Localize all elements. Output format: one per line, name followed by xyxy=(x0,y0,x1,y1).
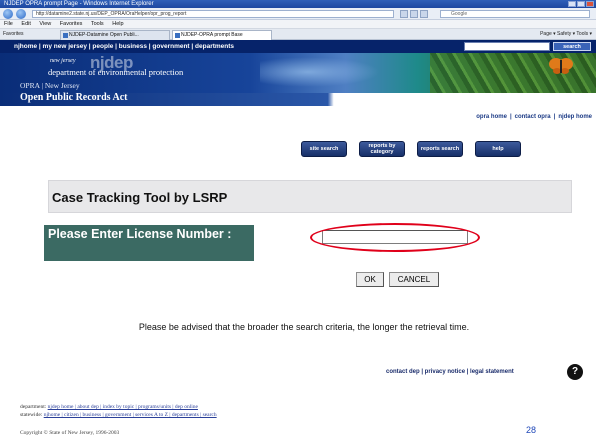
highlight-oval xyxy=(310,223,480,252)
dept-links-row[interactable]: njdep home | about dep | index by topic … xyxy=(48,404,198,410)
nj-search-input[interactable] xyxy=(464,42,550,51)
license-label: Please Enter License Number : xyxy=(48,227,232,241)
menu-help[interactable]: Help xyxy=(112,21,123,27)
command-bar[interactable]: Page ▾ Safety ▾ Tools ▾ xyxy=(540,31,592,38)
refresh-icon[interactable] xyxy=(400,10,408,18)
banner-water-image xyxy=(260,57,380,87)
window-title: NJDEP OPRA prompt Page - Windows Interne… xyxy=(4,1,154,7)
nav-buttons: site search reports by category reports … xyxy=(301,141,533,157)
tab-page-icon xyxy=(175,33,180,38)
ok-button[interactable]: OK xyxy=(356,272,384,287)
separator: | xyxy=(509,114,512,120)
menu-tools[interactable]: Tools xyxy=(91,21,104,27)
copyright: Copyright © State of New Jersey, 1996-20… xyxy=(20,430,120,436)
window-controls xyxy=(568,1,594,7)
browser-title-bar: NJDEP OPRA prompt Page - Windows Interne… xyxy=(0,0,596,8)
menu-edit[interactable]: Edit xyxy=(21,21,30,27)
menu-view[interactable]: View xyxy=(39,21,51,27)
address-icons xyxy=(400,10,428,18)
reports-by-category-button[interactable]: reports by category xyxy=(359,141,405,157)
minimize-icon[interactable] xyxy=(568,1,576,7)
opra-nj-label: OPRA | New Jersey xyxy=(20,81,80,90)
tab-page-icon xyxy=(63,33,68,38)
advisory-text: Please be advised that the broader the s… xyxy=(138,322,470,332)
favorites-button[interactable]: Favorites xyxy=(3,31,24,38)
reports-search-button[interactable]: reports search xyxy=(417,141,463,157)
url-field[interactable]: http://datamine2.state.nj.us/DEP_OPRA/Or… xyxy=(32,10,394,18)
help-button[interactable]: help xyxy=(475,141,521,157)
butterfly-icon xyxy=(549,58,573,74)
slide-number: 28 xyxy=(526,425,537,435)
help-icon[interactable]: ? xyxy=(567,364,583,380)
slide: NJDEP OPRA prompt Page - Windows Interne… xyxy=(0,0,596,444)
opra-home-link[interactable]: opra home xyxy=(476,114,507,120)
menu-favorites[interactable]: Favorites xyxy=(60,21,83,27)
contact-opra-link[interactable]: contact opra xyxy=(515,114,551,120)
rss-icon[interactable] xyxy=(420,10,428,18)
separator: | xyxy=(553,114,556,120)
web-search-input[interactable]: Google xyxy=(440,10,590,18)
opra-links: opra home | contact opra | njdep home xyxy=(476,114,592,120)
nj-search-button[interactable]: search xyxy=(553,42,591,51)
menu-bar: File Edit View Favorites Tools Help xyxy=(0,20,596,29)
address-bar: http://datamine2.state.nj.us/DEP_OPRA/Or… xyxy=(0,8,596,20)
tab-label: NJDEP-OPRA prompt Base xyxy=(181,32,243,38)
tab-datamine[interactable]: NJDEP-Datamine Open Publi... xyxy=(60,30,170,40)
new-jersey-label: new jersey xyxy=(50,58,76,64)
opra-title: Open Public Records Act xyxy=(20,92,128,103)
forward-icon[interactable] xyxy=(16,9,26,19)
maximize-icon[interactable] xyxy=(577,1,585,7)
njdep-home-link[interactable]: njdep home xyxy=(558,114,592,120)
tab-bar: Favorites NJDEP-Datamine Open Publi... N… xyxy=(0,29,596,40)
back-icon[interactable] xyxy=(3,9,13,19)
dept-prefix: department: xyxy=(20,404,47,410)
tab-label: NJDEP-Datamine Open Publi... xyxy=(69,32,139,38)
department-name: department of environmental protection xyxy=(48,67,184,77)
department-links: department: njdep home | about dep | ind… xyxy=(20,403,217,419)
case-tool-title: Case Tracking Tool by LSRP xyxy=(52,190,228,205)
opra-title-band: Open Public Records Act xyxy=(0,92,596,106)
cancel-button[interactable]: CANCEL xyxy=(389,272,439,287)
dept-line2: statewide: njhome | citizen | business |… xyxy=(20,411,217,419)
close-icon[interactable] xyxy=(586,1,594,7)
statewide-links-row[interactable]: njhome | citizen | business | government… xyxy=(44,412,217,418)
footer-links[interactable]: contact dep | privacy notice | legal sta… xyxy=(386,369,514,375)
dept-line1: department: njdep home | about dep | ind… xyxy=(20,403,217,411)
menu-file[interactable]: File xyxy=(4,21,13,27)
statewide-prefix: statewide: xyxy=(20,412,43,418)
site-search-button[interactable]: site search xyxy=(301,141,347,157)
stop-icon[interactable] xyxy=(410,10,418,18)
tab-opra-prompt[interactable]: NJDEP-OPRA prompt Base xyxy=(172,30,272,40)
